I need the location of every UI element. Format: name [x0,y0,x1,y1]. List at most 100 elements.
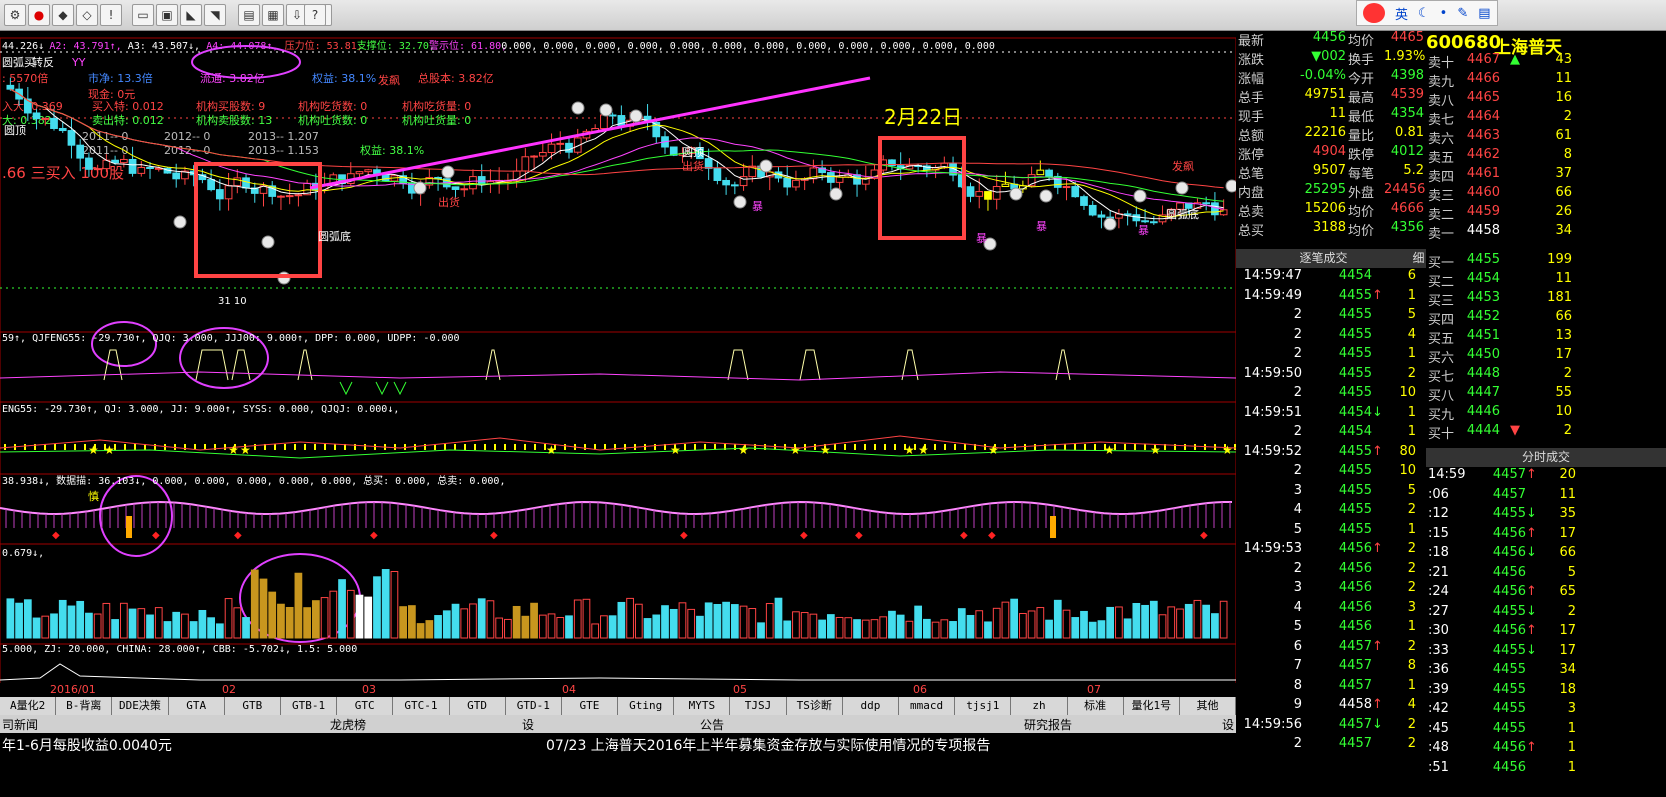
buy-level[interactable]: 买五 4451 13 [1426,328,1666,347]
sell-level[interactable]: 卖二 4459 26 [1426,204,1666,223]
buy-level[interactable]: 买十 4444 ▼ 2 [1426,423,1666,442]
diamond-icon[interactable]: ◇ [76,4,98,26]
tab-indicator-20[interactable]: 量化1号 [1124,697,1180,715]
tick-header[interactable]: 逐笔成交 [1236,249,1411,268]
buy-level[interactable]: 买三 4453 181 [1426,290,1666,309]
tab-indicator-17[interactable]: tjsj1 [955,697,1012,715]
tab-indicator-7[interactable]: GTC-1 [393,697,450,715]
research-settings-button[interactable]: 设 [1222,716,1234,733]
buy-level[interactable]: 买七 4448 2 [1426,366,1666,385]
minute-trades-header[interactable]: 分时成交 [1426,448,1666,467]
help-icon[interactable]: ? [304,4,326,26]
tab-research-report[interactable]: 研究报告 [1024,716,1072,733]
candle-body [111,159,119,164]
ruler-icon[interactable]: ▭ [132,4,154,26]
tab-indicator-0[interactable]: A量化2 [0,697,57,715]
down-signal [375,381,389,396]
sell-level[interactable]: 卖八 4465 16 [1426,90,1666,109]
level-price: 4465 [1466,90,1500,105]
candle-body [704,158,713,169]
smiley-icon [1225,179,1236,193]
tab-dragon-tiger[interactable]: 龙虎榜 [330,716,366,733]
exclamation-icon[interactable]: ! [100,4,122,26]
tab-indicator-12[interactable]: MYTS [674,697,731,715]
tab-indicator-10[interactable]: GTE [562,697,619,715]
sell-level[interactable]: 卖十 4467 ▲ 43 [1426,52,1666,71]
sell-level[interactable]: 卖三 4460 66 [1426,185,1666,204]
fan-icon[interactable]: ◥ [204,4,226,26]
volume-bar [1184,603,1193,639]
news-right-line[interactable]: 07/23 上海普天2016年上半年募集资金存放与实际使用情况的专项报告 [546,735,990,755]
level-price: 4451 [1466,328,1500,343]
sell-level[interactable]: 卖四 4461 37 [1426,166,1666,185]
sell-level[interactable]: 卖一 4458 34 [1426,223,1666,242]
picture-icon[interactable]: ▣ [156,4,178,26]
volume-bar [1123,618,1132,639]
volume-bar [399,606,408,639]
tab-indicator-3[interactable]: GTA [169,697,225,715]
minute-volume: 18 [1559,681,1576,697]
minute-price: 4455 [1492,603,1526,619]
kline-chart-area[interactable]: 44.226↓ A2: 43.791↑, A3: 43.507↓, A4: 44.07… [0,30,1236,713]
calculator-icon[interactable]: ▦ [262,4,284,26]
news-left-line[interactable]: 年1-6月每股收益0.0040元 [2,735,172,755]
buy-level[interactable]: 买一 4455 199 [1426,252,1666,271]
volume-bar [1219,600,1228,639]
tab-indicator-14[interactable]: TS诊断 [787,697,843,715]
volume-bar [1132,602,1141,639]
news-settings-button[interactable]: 设 [522,716,534,733]
tab-indicator-15[interactable]: ddp [843,697,899,715]
volume-bar [408,605,416,639]
tab-indicator-2[interactable]: DDE决策 [112,697,169,715]
tab-indicator-5[interactable]: GTB-1 [281,697,338,715]
diamond-icon: ◆ [988,530,996,541]
sell-level[interactable]: 卖七 4464 2 [1426,109,1666,128]
tick-time: 14:59:49 [1243,287,1302,303]
tab-indicator-13[interactable]: TJSJ [730,697,787,715]
tab-indicator-8[interactable]: GTD [450,697,506,715]
smiley-icon [571,101,585,115]
ruler2-icon[interactable]: ▤ [238,4,260,26]
ime-indicator[interactable]: 英 ☾ • ✎ ▤ [1356,0,1498,26]
settings-icon[interactable]: ⚙ [4,4,26,26]
tab-company-news[interactable]: 司新闻 [2,716,38,733]
tab-indicator-19[interactable]: 标准 [1068,697,1124,715]
speaker-icon[interactable]: ◆ [52,4,74,26]
tab-indicator-18[interactable]: zh [1011,697,1068,715]
tab-indicator-1[interactable]: B-背离 [56,697,113,715]
diamond-icon: ◆ [960,530,968,541]
tick-volume: 2 [1407,716,1416,732]
chart-icon[interactable]: ◣ [180,4,202,26]
level-price: 4459 [1466,204,1500,219]
tab-indicator-21[interactable]: 其他 [1180,697,1237,715]
tick-detail-button[interactable]: 细 [1411,249,1426,268]
buy-level[interactable]: 买四 4452 66 [1426,309,1666,328]
traffic-light-icon[interactable]: ● [28,4,50,26]
tick-price: 4455 [1338,346,1372,361]
buy-level[interactable]: 买九 4446 10 [1426,404,1666,423]
sell-level[interactable]: 卖六 4463 61 [1426,128,1666,147]
buy-level[interactable]: 买二 4454 11 [1426,271,1666,290]
volume-bar [102,602,111,639]
stat-value: 11 [1329,106,1346,121]
level-flag: ▼ [1510,423,1520,438]
tab-indicator-16[interactable]: mmacd [899,697,956,715]
candle-body [76,144,85,159]
tab-announcement[interactable]: 公告 [700,716,724,733]
level-volume: 61 [1555,128,1572,143]
buy-level[interactable]: 买八 4447 55 [1426,385,1666,404]
volume-bar [696,615,704,639]
level-label: 买八 [1428,389,1455,404]
sell-level[interactable]: 卖五 4462 8 [1426,147,1666,166]
stat-value: 4904 [1312,144,1346,159]
buy-level[interactable]: 买六 4450 17 [1426,347,1666,366]
sell-level[interactable]: 卖九 4466 11 [1426,71,1666,90]
tab-indicator-6[interactable]: GTC [337,697,394,715]
info-line: 2013-- 1.153 [248,144,319,157]
tab-indicator-9[interactable]: GTD-1 [506,697,562,715]
volume-bar [224,598,233,639]
tab-indicator-11[interactable]: Gting [618,697,675,715]
volume-bar [207,617,215,639]
tick-mark [424,444,426,450]
tab-indicator-4[interactable]: GTB [225,697,281,715]
